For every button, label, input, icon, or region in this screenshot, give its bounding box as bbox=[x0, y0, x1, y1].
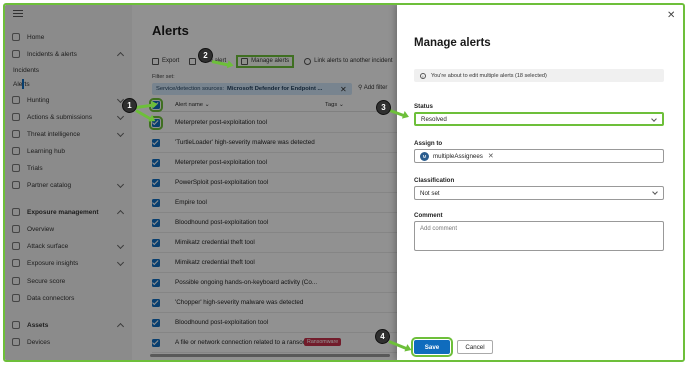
assign-to-field[interactable]: M multipleAssignees ✕ bbox=[414, 149, 664, 163]
comment-label: Comment bbox=[414, 212, 443, 219]
status-value: Resolved bbox=[421, 115, 447, 123]
manage-alerts-panel: ✕ Manage alerts i You're about to edit m… bbox=[397, 5, 683, 360]
chevron-down-icon bbox=[652, 189, 658, 195]
assignee-name: multipleAssignees bbox=[433, 152, 483, 160]
classification-value: Not set bbox=[420, 189, 440, 197]
status-label: Status bbox=[414, 103, 433, 110]
info-icon: i bbox=[420, 72, 426, 79]
assign-to-label: Assign to bbox=[414, 140, 443, 147]
info-bar: i You're about to edit multiple alerts (… bbox=[414, 69, 664, 82]
classification-dropdown[interactable]: Not set bbox=[414, 186, 664, 200]
avatar: M bbox=[420, 151, 429, 161]
callout-badge-2: 2 bbox=[198, 48, 213, 63]
info-text: You're about to edit multiple alerts (18… bbox=[431, 72, 547, 79]
cancel-button[interactable]: Cancel bbox=[457, 340, 493, 354]
callout-badge-1: 1 bbox=[122, 98, 137, 113]
screenshot-frame: HomeIncidents & alertsIncidentsAlertsHun… bbox=[3, 3, 685, 362]
close-icon[interactable]: ✕ bbox=[667, 10, 675, 21]
comment-textarea[interactable]: Add comment bbox=[414, 221, 664, 251]
callout-badge-4: 4 bbox=[375, 329, 390, 344]
panel-title: Manage alerts bbox=[414, 37, 491, 49]
status-dropdown[interactable]: Resolved bbox=[414, 112, 664, 126]
assignee-chip: M multipleAssignees ✕ bbox=[420, 151, 494, 161]
save-button[interactable]: Save bbox=[411, 337, 453, 357]
classification-label: Classification bbox=[414, 177, 455, 184]
comment-placeholder: Add comment bbox=[420, 226, 458, 232]
chevron-down-icon bbox=[651, 116, 657, 122]
remove-assignee-icon[interactable]: ✕ bbox=[488, 152, 494, 160]
callout-badge-3: 3 bbox=[376, 100, 391, 115]
